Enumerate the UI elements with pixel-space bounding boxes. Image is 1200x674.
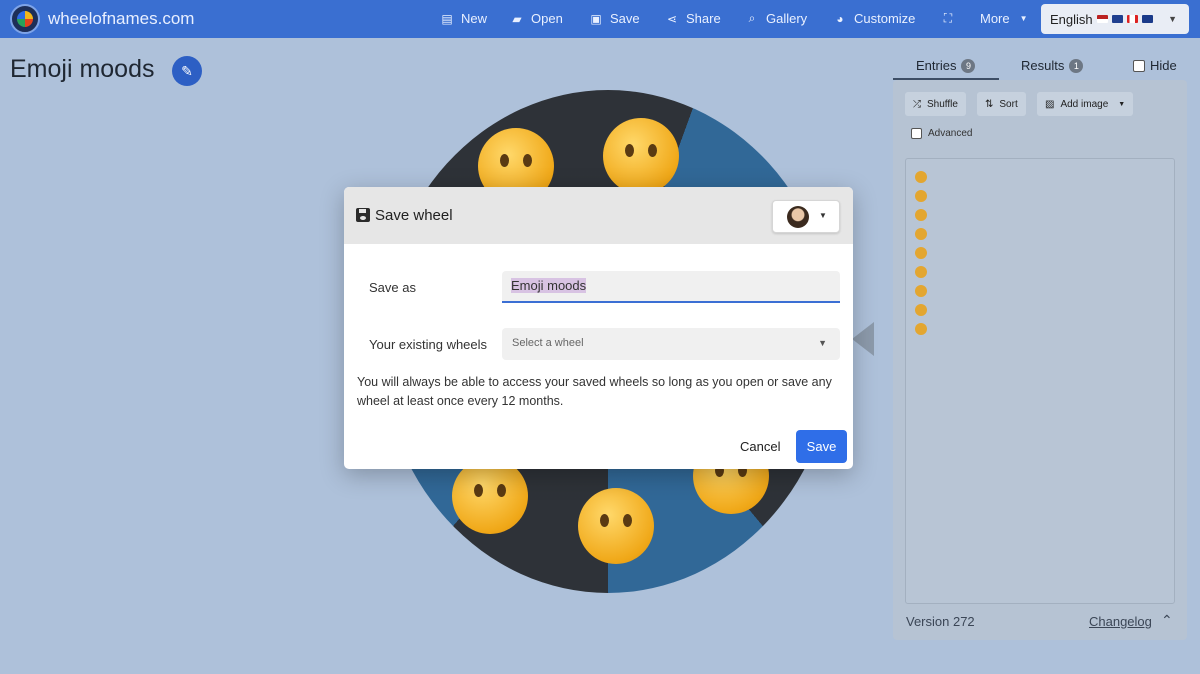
entry-emoji-icon — [915, 171, 927, 183]
folder-open-icon: ▰ — [512, 11, 522, 26]
emoji-slice-icon — [603, 118, 679, 194]
nav-share-button[interactable]: ⋖ Share — [665, 11, 721, 26]
shuffle-icon: ⤮ — [913, 98, 921, 110]
uk-flag-icon — [1111, 15, 1123, 23]
chevron-down-icon: ▼ — [819, 211, 827, 220]
palette-icon: ◕ — [836, 11, 844, 26]
save-as-value: Emoji moods — [511, 278, 587, 293]
chevron-down-icon: ▼ — [818, 338, 827, 348]
entry-emoji-icon — [915, 247, 927, 259]
dialog-title: Save wheel — [375, 207, 453, 224]
nav-more-button[interactable]: More ▼ — [980, 11, 1031, 26]
search-icon: ⌕ — [748, 11, 756, 25]
emoji-slice-icon — [578, 488, 654, 564]
entry-emoji-icon — [915, 228, 927, 240]
image-icon: ▨ — [1045, 98, 1055, 110]
tab-entries[interactable]: Entries 9 — [916, 58, 976, 73]
nav-gallery-button[interactable]: ⌕ Gallery — [745, 11, 808, 26]
panel-tabs: Entries 9 Results 1 Hide — [893, 52, 1187, 80]
entries-panel: ⤮ Shuffle ⇅ Sort ▨ Add image ▼ Advanced … — [893, 80, 1187, 640]
language-select[interactable]: English ▼ — [1041, 4, 1189, 34]
sort-button[interactable]: ⇅ Sort — [977, 92, 1026, 116]
save-wheel-dialog: Save wheel ▼ Save as Emoji moods Your ex… — [344, 187, 853, 469]
nav-new-button[interactable]: ▤ New — [440, 11, 487, 26]
account-button[interactable]: ▼ — [772, 200, 840, 233]
hide-toggle[interactable]: Hide — [1133, 58, 1177, 73]
share-icon: ⋖ — [666, 11, 678, 26]
existing-wheels-select[interactable]: Select a wheel ▼ — [502, 328, 840, 360]
advanced-checkbox[interactable] — [911, 128, 922, 139]
sort-icon: ⇅ — [985, 98, 994, 110]
top-bar: wheelofnames.com ▤ New ▰ Open ▣ Save ⋖ S… — [0, 0, 1200, 38]
chevron-down-icon: ▼ — [1168, 14, 1177, 24]
file-icon: ▤ — [441, 11, 453, 26]
save-as-input[interactable]: Emoji moods — [502, 271, 840, 303]
entries-textarea[interactable] — [905, 158, 1175, 604]
pencil-icon: ✎ — [181, 62, 193, 79]
australia-flag-icon — [1141, 15, 1153, 23]
entry-emoji-icon — [915, 209, 927, 221]
us-flag-icon — [1096, 15, 1108, 23]
changelog-link[interactable]: Changelog — [1089, 614, 1152, 629]
emoji-slice-icon — [452, 458, 528, 534]
floppy-icon — [356, 208, 370, 222]
wheel-pointer — [852, 322, 874, 356]
chevron-down-icon: ▼ — [1019, 14, 1028, 23]
entry-emoji-icon — [915, 323, 927, 335]
save-as-label: Save as — [369, 280, 416, 295]
info-note: You will always be able to access your s… — [357, 375, 832, 408]
brand-name[interactable]: wheelofnames.com — [48, 9, 194, 29]
existing-wheels-label: Your existing wheels — [369, 337, 488, 352]
entry-emoji-icon — [915, 285, 927, 297]
results-count-badge: 1 — [1069, 58, 1084, 73]
shuffle-button[interactable]: ⤮ Shuffle — [905, 92, 966, 116]
canada-flag-icon — [1126, 15, 1138, 23]
nav-customize-button[interactable]: ◕ Customize — [833, 11, 915, 26]
hide-checkbox[interactable] — [1133, 59, 1145, 72]
logo-icon[interactable] — [10, 4, 40, 34]
entry-emoji-icon — [915, 266, 927, 278]
nav-open-button[interactable]: ▰ Open — [510, 11, 562, 26]
edit-title-button[interactable]: ✎ — [172, 56, 202, 86]
entry-emoji-icon — [915, 304, 927, 316]
avatar — [787, 206, 809, 228]
nav-fullscreen-button[interactable]: ⛶ — [941, 11, 955, 25]
tab-results[interactable]: Results 1 — [1021, 58, 1084, 73]
floppy-icon: ▣ — [590, 11, 602, 26]
page-title: Emoji moods — [10, 55, 155, 83]
cancel-button[interactable]: Cancel — [740, 439, 780, 454]
entry-emoji-icon — [915, 190, 927, 202]
dialog-header: Save wheel ▼ — [344, 187, 853, 244]
advanced-toggle[interactable]: Advanced — [911, 128, 972, 139]
select-placeholder: Select a wheel — [512, 337, 584, 349]
version-label: Version 272 — [906, 614, 975, 629]
entries-count-badge: 9 — [961, 58, 976, 73]
add-image-button[interactable]: ▨ Add image ▼ — [1037, 92, 1134, 116]
save-button[interactable]: Save — [796, 430, 847, 463]
chevron-up-icon[interactable]: ⌃ — [1161, 612, 1173, 629]
nav-save-button[interactable]: ▣ Save — [589, 11, 639, 26]
chevron-down-icon: ▼ — [1118, 100, 1126, 108]
fullscreen-icon: ⛶ — [943, 10, 953, 25]
